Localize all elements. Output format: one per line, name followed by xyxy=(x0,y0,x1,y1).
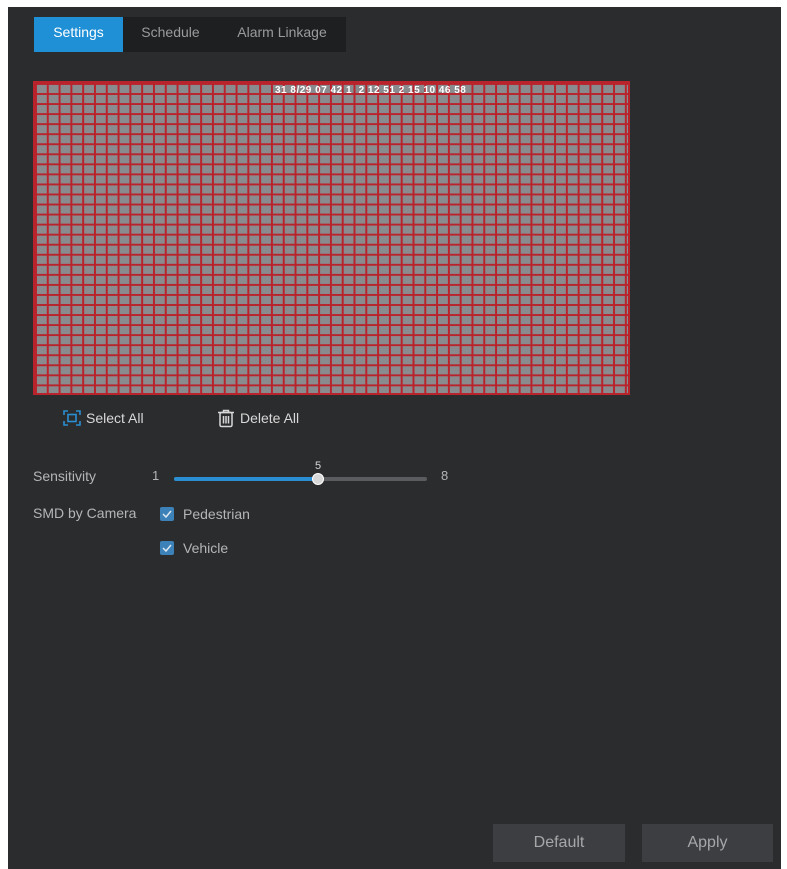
select-all-label: Select All xyxy=(86,410,144,426)
tab-schedule[interactable]: Schedule xyxy=(123,17,218,52)
sensitivity-max: 8 xyxy=(441,468,449,483)
pedestrian-checkbox[interactable] xyxy=(160,507,174,521)
motion-detection-panel: Settings Schedule Alarm Linkage 31 8/29 … xyxy=(8,7,781,869)
sensitivity-label: Sensitivity xyxy=(33,468,97,484)
delete-all-button[interactable]: Delete All xyxy=(217,408,299,428)
slider-value: 5 xyxy=(314,460,322,472)
motion-area-grid[interactable]: 31 8/29 07 42 1 2 12 51 2 15 10 46 58 xyxy=(33,81,630,395)
sensitivity-slider[interactable]: 5 xyxy=(174,460,427,488)
trash-icon xyxy=(218,409,234,427)
select-area-icon xyxy=(63,410,81,426)
smd-label: SMD by Camera xyxy=(33,505,137,521)
video-osd-timestamp: 31 8/29 07 42 1 2 12 51 2 15 10 46 58 xyxy=(275,85,467,96)
slider-thumb[interactable] xyxy=(312,473,324,485)
apply-button[interactable]: Apply xyxy=(642,824,773,862)
vehicle-checkbox[interactable] xyxy=(160,541,174,555)
vehicle-label: Vehicle xyxy=(183,540,229,556)
delete-all-label: Delete All xyxy=(240,410,300,426)
checkmark-icon xyxy=(162,510,172,518)
tab-alarm-linkage[interactable]: Alarm Linkage xyxy=(218,17,346,52)
tab-settings[interactable]: Settings xyxy=(34,17,123,52)
select-all-button[interactable]: Select All xyxy=(63,408,144,428)
tab-bar: Settings Schedule Alarm Linkage xyxy=(34,17,346,52)
pedestrian-label: Pedestrian xyxy=(183,506,250,522)
default-button[interactable]: Default xyxy=(493,824,625,862)
pedestrian-option[interactable]: Pedestrian xyxy=(160,505,250,523)
vehicle-option[interactable]: Vehicle xyxy=(160,539,228,557)
slider-fill xyxy=(174,477,318,481)
checkmark-icon xyxy=(162,544,172,552)
sensitivity-min: 1 xyxy=(152,468,160,483)
